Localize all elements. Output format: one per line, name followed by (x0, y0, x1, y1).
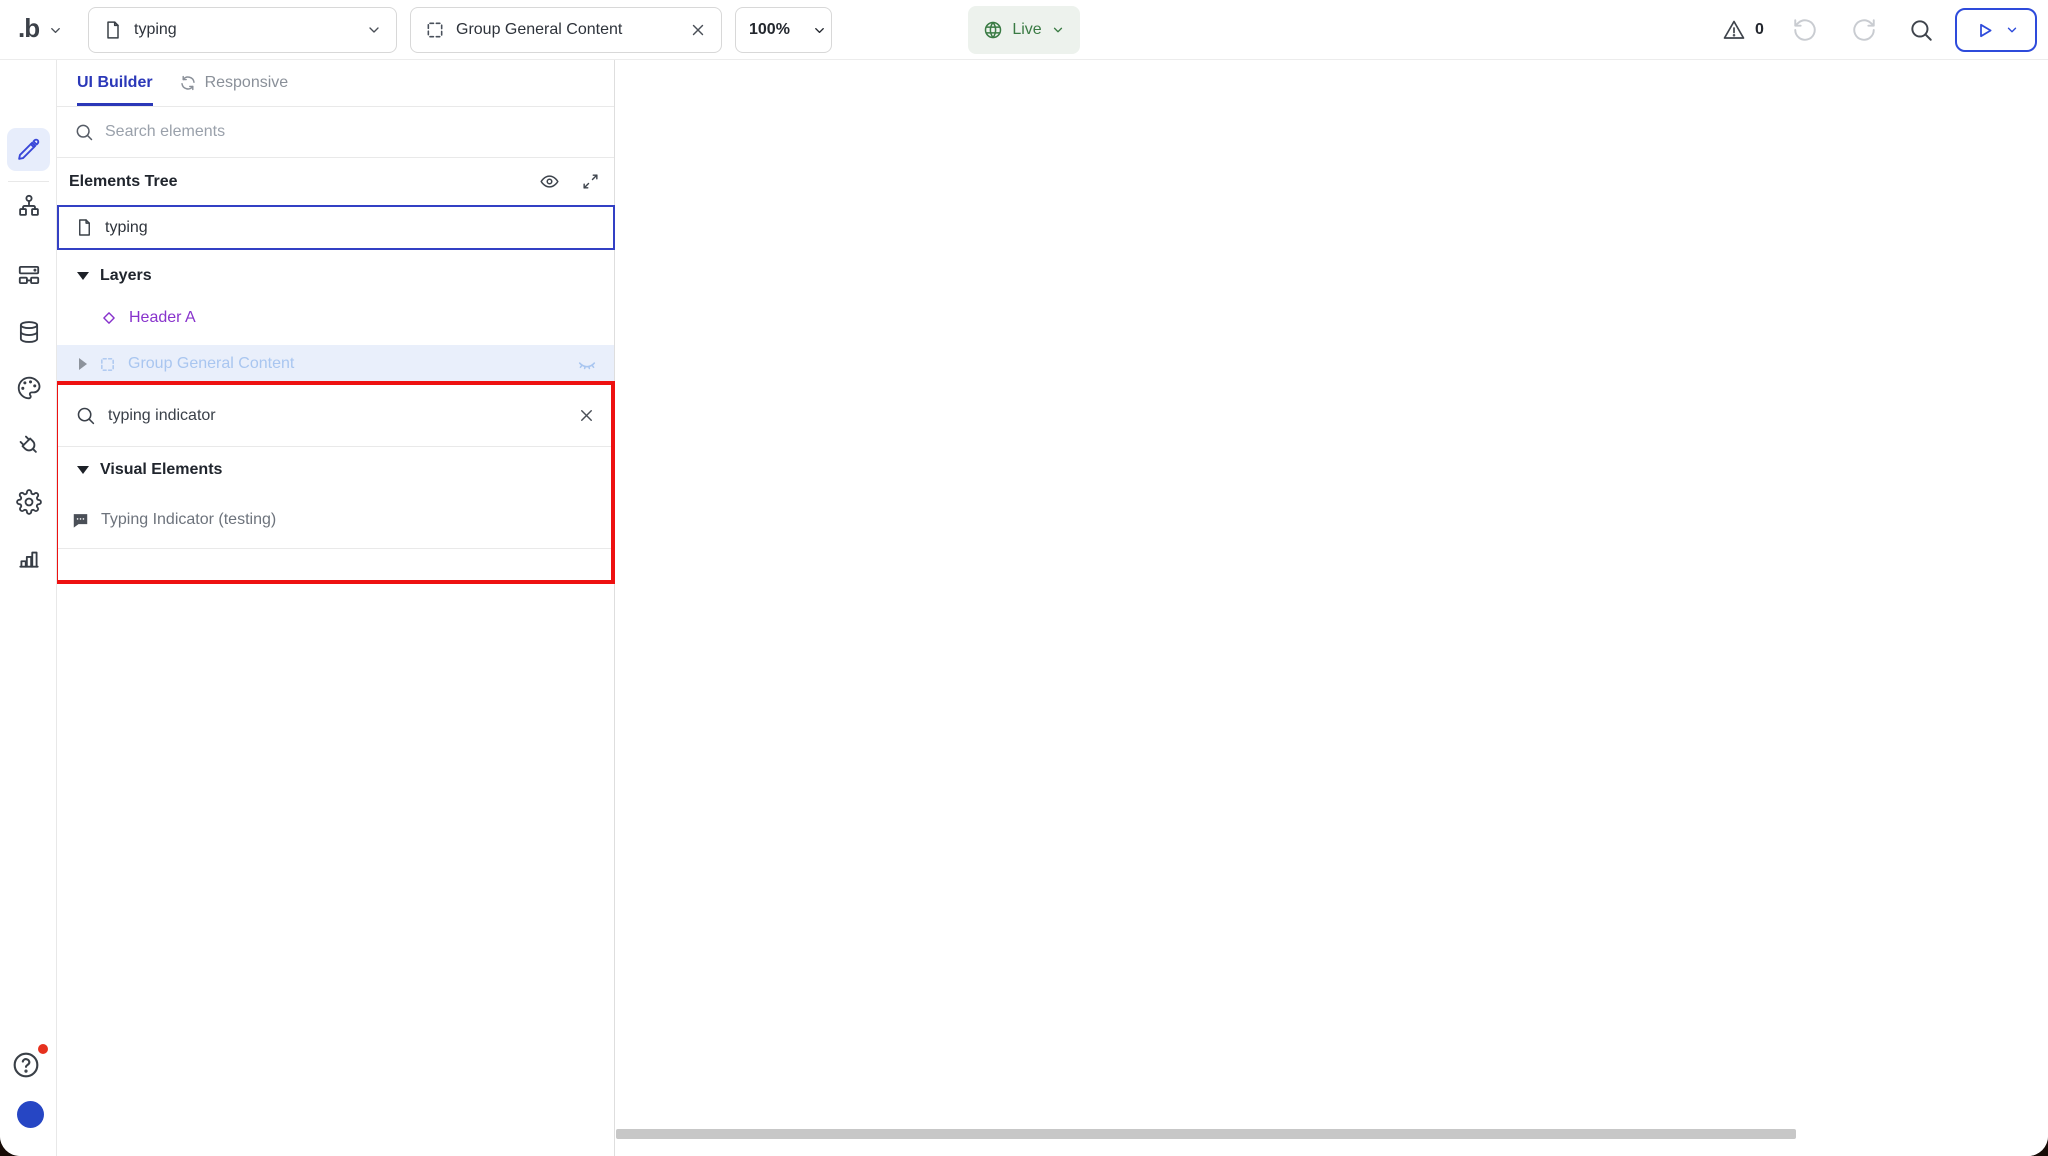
bar-chart-icon[interactable] (7, 536, 50, 579)
ui-builder-panel: UI Builder Responsive Elements Tree (57, 60, 615, 1156)
zoom-level-dropdown[interactable]: 100% (735, 7, 832, 53)
design-canvas[interactable] (616, 60, 2048, 1156)
left-icon-rail (0, 60, 57, 1156)
palette-icon[interactable] (7, 366, 50, 409)
pencil-icon[interactable] (7, 128, 50, 171)
divider (57, 548, 614, 549)
search-icon[interactable] (1908, 17, 1934, 43)
finder-result-label: Typing Indicator (testing) (101, 511, 276, 529)
layout-icon[interactable] (7, 253, 50, 296)
focused-element-label: Group General Content (456, 21, 622, 39)
tab-ui-builder[interactable]: UI Builder (77, 60, 153, 106)
focused-element-chip[interactable]: Group General Content (410, 7, 722, 53)
tab-ui-builder-label: UI Builder (77, 74, 153, 92)
visual-elements-section-label: Visual Elements (100, 461, 222, 479)
page-selector-label: typing (134, 21, 177, 39)
horizontal-scrollbar[interactable] (616, 1129, 1796, 1139)
chat-bubble-icon (71, 511, 90, 530)
bubble-editor-window: .b typing Group General Content (0, 0, 2048, 1156)
layers-section-label: Layers (100, 267, 152, 285)
triangle-down-icon (77, 466, 89, 474)
tree-row-label: Header A (129, 309, 196, 327)
issues-indicator[interactable]: 0 (1722, 0, 1764, 60)
tree-row-page-typing[interactable]: typing (57, 205, 615, 250)
page-icon (103, 20, 123, 40)
eye-off-icon (576, 353, 598, 375)
gear-icon[interactable] (7, 480, 50, 523)
sitemap-icon[interactable] (7, 184, 50, 227)
element-finder-search-bar (57, 385, 614, 447)
bubble-logo: .b (18, 15, 39, 45)
issues-count: 0 (1755, 21, 1764, 39)
tab-responsive-label: Responsive (205, 74, 289, 92)
chevron-down-icon (812, 23, 827, 38)
triangle-right-icon (79, 358, 87, 370)
triangle-down-icon (77, 272, 89, 280)
dashed-group-icon (425, 20, 445, 40)
redo-icon[interactable] (1851, 17, 1877, 43)
zoom-level-value: 100% (749, 21, 790, 39)
tree-row-header-a[interactable]: Header A (57, 298, 614, 338)
undo-icon[interactable] (1792, 17, 1818, 43)
user-avatar[interactable] (17, 1101, 44, 1128)
tab-responsive[interactable]: Responsive (179, 60, 289, 106)
expand-icon[interactable] (581, 172, 600, 191)
chevron-down-icon (48, 23, 63, 38)
preview-run-button[interactable] (1955, 8, 2037, 52)
tree-row-label: typing (105, 219, 148, 237)
chevron-down-icon (366, 22, 382, 38)
diamond-icon (100, 309, 118, 327)
chevron-down-icon (2005, 23, 2019, 37)
plug-icon[interactable] (7, 423, 50, 466)
element-search-bar (57, 107, 614, 158)
elements-tree-title: Elements Tree (69, 173, 178, 191)
database-icon[interactable] (7, 310, 50, 353)
finder-section-visual-elements[interactable]: Visual Elements (57, 447, 614, 492)
search-icon (75, 405, 96, 426)
tree-row-group-general-content[interactable]: Group General Content (57, 345, 614, 383)
play-icon (1974, 20, 1995, 41)
page-selector-dropdown[interactable]: typing (88, 7, 397, 53)
notification-dot (38, 1044, 48, 1054)
panel-tabs: UI Builder Responsive (57, 60, 614, 107)
globe-icon (983, 20, 1003, 40)
environment-selector[interactable]: Live (968, 6, 1080, 54)
chevron-down-icon (1051, 23, 1065, 37)
app-logo-menu[interactable]: .b (18, 0, 63, 60)
page-icon (75, 218, 94, 237)
finder-result-typing-indicator[interactable]: Typing Indicator (testing) (57, 492, 614, 548)
help-button[interactable] (10, 1047, 46, 1083)
close-icon[interactable] (577, 406, 596, 425)
warning-triangle-icon (1722, 18, 1746, 42)
tree-row-label: Group General Content (128, 355, 294, 373)
search-elements-input[interactable] (105, 123, 597, 141)
rail-divider (8, 181, 49, 182)
sync-icon (179, 74, 197, 92)
tree-section-layers[interactable]: Layers (57, 256, 614, 296)
elements-tree-header: Elements Tree (57, 158, 614, 205)
element-finder-input[interactable] (108, 407, 565, 425)
environment-label: Live (1012, 21, 1041, 39)
close-icon[interactable] (689, 21, 707, 39)
top-toolbar: .b typing Group General Content (0, 0, 2048, 60)
search-icon (74, 122, 94, 142)
dashed-group-icon (99, 356, 116, 373)
eye-icon[interactable] (539, 171, 560, 192)
